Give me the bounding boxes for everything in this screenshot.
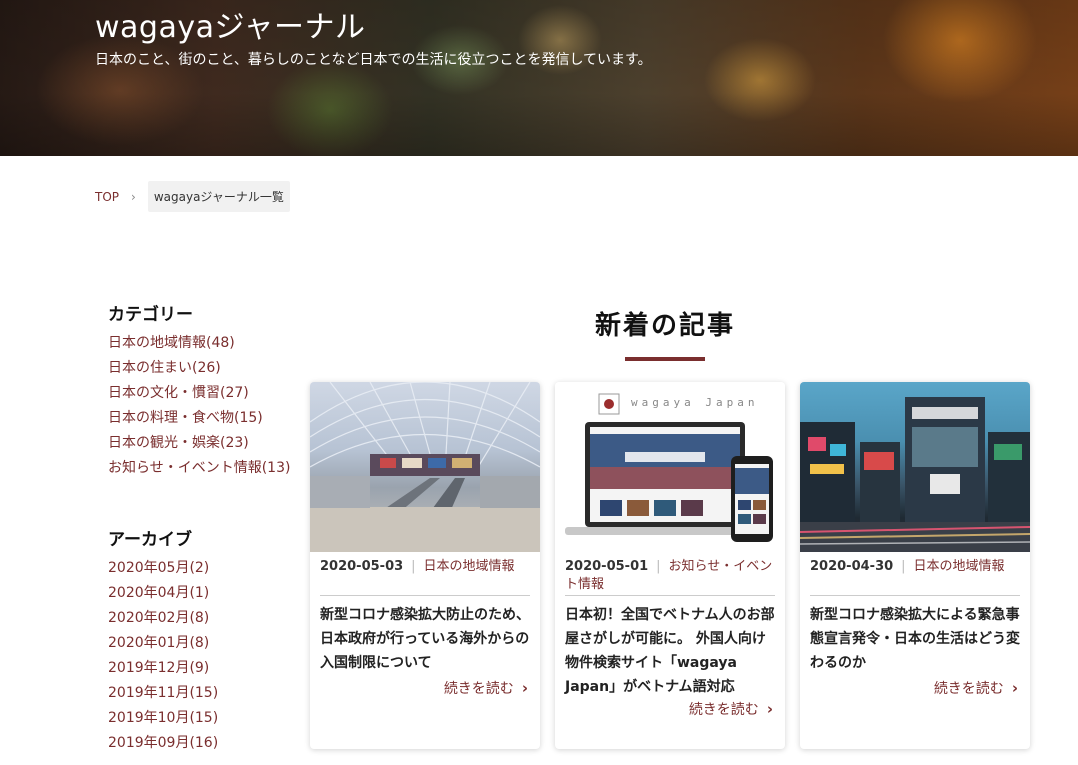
archive-link[interactable]: 2019年09月(16)	[108, 731, 308, 756]
archive-list: 2020年05月(2) 2020年04月(1) 2020年02月(8) 2020…	[108, 556, 308, 756]
article-meta: 2020-04-30 | 日本の地域情報	[810, 559, 1005, 574]
read-more-label: 続きを読む	[443, 681, 514, 697]
breadcrumb: TOP › wagayaジャーナル一覧	[95, 181, 290, 212]
shibuya-image	[800, 397, 1030, 552]
chevron-right-icon: ›	[1011, 679, 1018, 697]
read-more-link[interactable]: 続きを読む ›	[689, 699, 773, 719]
read-more-link[interactable]: 続きを読む ›	[444, 678, 528, 698]
article-date: 2020-05-01	[565, 559, 649, 574]
category-link[interactable]: 日本の料理・食べ物(15)	[108, 406, 308, 431]
sidebar: カテゴリー 日本の地域情報(48) 日本の住まい(26) 日本の文化・慣習(27…	[108, 300, 308, 756]
archive-link[interactable]: 2020年01月(8)	[108, 631, 308, 656]
article-thumbnail[interactable]	[800, 382, 1030, 552]
article-category[interactable]: 日本の地域情報	[424, 559, 515, 574]
breadcrumb-current: wagayaジャーナル一覧	[147, 181, 290, 212]
section-title: 新着の記事	[594, 311, 735, 341]
airport-image	[310, 382, 540, 552]
article-meta: 2020-05-03 | 日本の地域情報	[320, 559, 515, 574]
page-subtitle: 日本のこと、街のこと、暮らしのことなど日本での生活に役立つことを発信しています。	[95, 52, 652, 68]
category-link[interactable]: 日本の地域情報(48)	[108, 331, 308, 356]
page-title: wagayaジャーナル	[95, 10, 366, 45]
chevron-right-icon: ›	[521, 679, 528, 697]
read-more-label: 続きを読む	[688, 702, 759, 718]
article-title[interactable]: 新型コロナ感染拡大防止のため、日本政府が行っている海外からの入国制限について	[310, 596, 540, 675]
archive-link[interactable]: 2020年05月(2)	[108, 556, 308, 581]
read-more-label: 続きを読む	[933, 681, 1004, 697]
article-card[interactable]: 2020-04-30 | 日本の地域情報 新型コロナ感染拡大による緊急事態宣言発令・…	[800, 382, 1030, 749]
wagaya-logo-text: wagaya Japan	[631, 396, 759, 409]
archive-link[interactable]: 2020年02月(8)	[108, 606, 308, 631]
archive-link[interactable]: 2019年11月(15)	[108, 681, 308, 706]
article-card[interactable]: 2020-05-03 | 日本の地域情報 新型コロナ感染拡大防止のため、日本政府が行…	[310, 382, 540, 749]
chevron-right-icon: ›	[131, 189, 136, 204]
read-more-link[interactable]: 続きを読む ›	[934, 678, 1018, 698]
archive-link[interactable]: 2020年04月(1)	[108, 581, 308, 606]
category-link[interactable]: お知らせ・イベント情報(13)	[108, 456, 308, 481]
chevron-right-icon: ›	[766, 700, 773, 718]
article-title[interactable]: 日本初！全国でベトナム人のお部屋さがしが可能に。 外国人向け物件検索サイト「wa…	[555, 596, 785, 699]
article-category[interactable]: 日本の地域情報	[914, 559, 1005, 574]
article-date: 2020-05-03	[320, 559, 404, 574]
category-link[interactable]: 日本の住まい(26)	[108, 356, 308, 381]
article-card[interactable]: wagaya Japan 2020-05-01 | お知らせ・イベント情報 日本初！…	[555, 382, 785, 749]
article-title[interactable]: 新型コロナ感染拡大による緊急事態宣言発令・日本の生活はどう変わるのか	[800, 596, 1030, 675]
archive-link[interactable]: 2019年12月(9)	[108, 656, 308, 681]
article-thumbnail[interactable]	[310, 382, 540, 552]
archive-heading: アーカイブ	[108, 530, 192, 550]
breadcrumb-top-link[interactable]: TOP	[95, 190, 119, 204]
title-underline	[625, 357, 705, 361]
hero-banner: wagayaジャーナル 日本のこと、街のこと、暮らしのことなど日本での生活に役立…	[0, 0, 1078, 156]
category-list: 日本の地域情報(48) 日本の住まい(26) 日本の文化・慣習(27) 日本の料…	[108, 331, 308, 481]
archive-link[interactable]: 2019年10月(15)	[108, 706, 308, 731]
category-link[interactable]: 日本の観光・娯楽(23)	[108, 431, 308, 456]
category-link[interactable]: 日本の文化・慣習(27)	[108, 381, 308, 406]
article-thumbnail[interactable]: wagaya Japan	[555, 382, 785, 552]
categories-heading: カテゴリー	[108, 305, 193, 325]
article-meta: 2020-05-01 | お知らせ・イベント情報	[565, 559, 773, 592]
article-date: 2020-04-30	[810, 559, 894, 574]
